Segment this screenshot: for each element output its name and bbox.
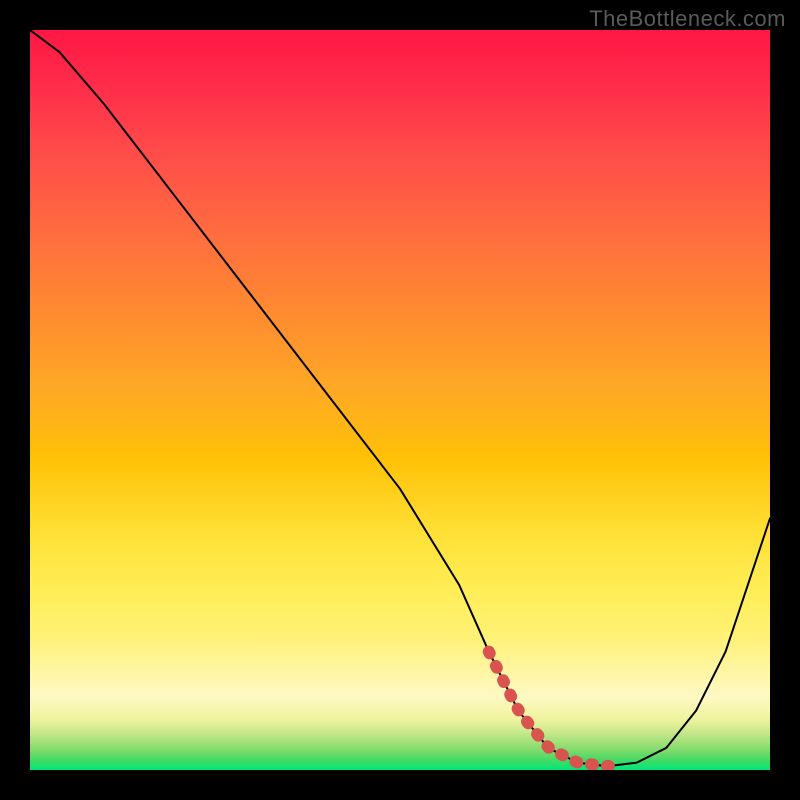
- optimal-range-highlight: [489, 652, 622, 767]
- bottleneck-curve: [30, 30, 770, 766]
- watermark-text: TheBottleneck.com: [589, 6, 786, 32]
- plot-area: [30, 30, 770, 770]
- chart-svg: [30, 30, 770, 770]
